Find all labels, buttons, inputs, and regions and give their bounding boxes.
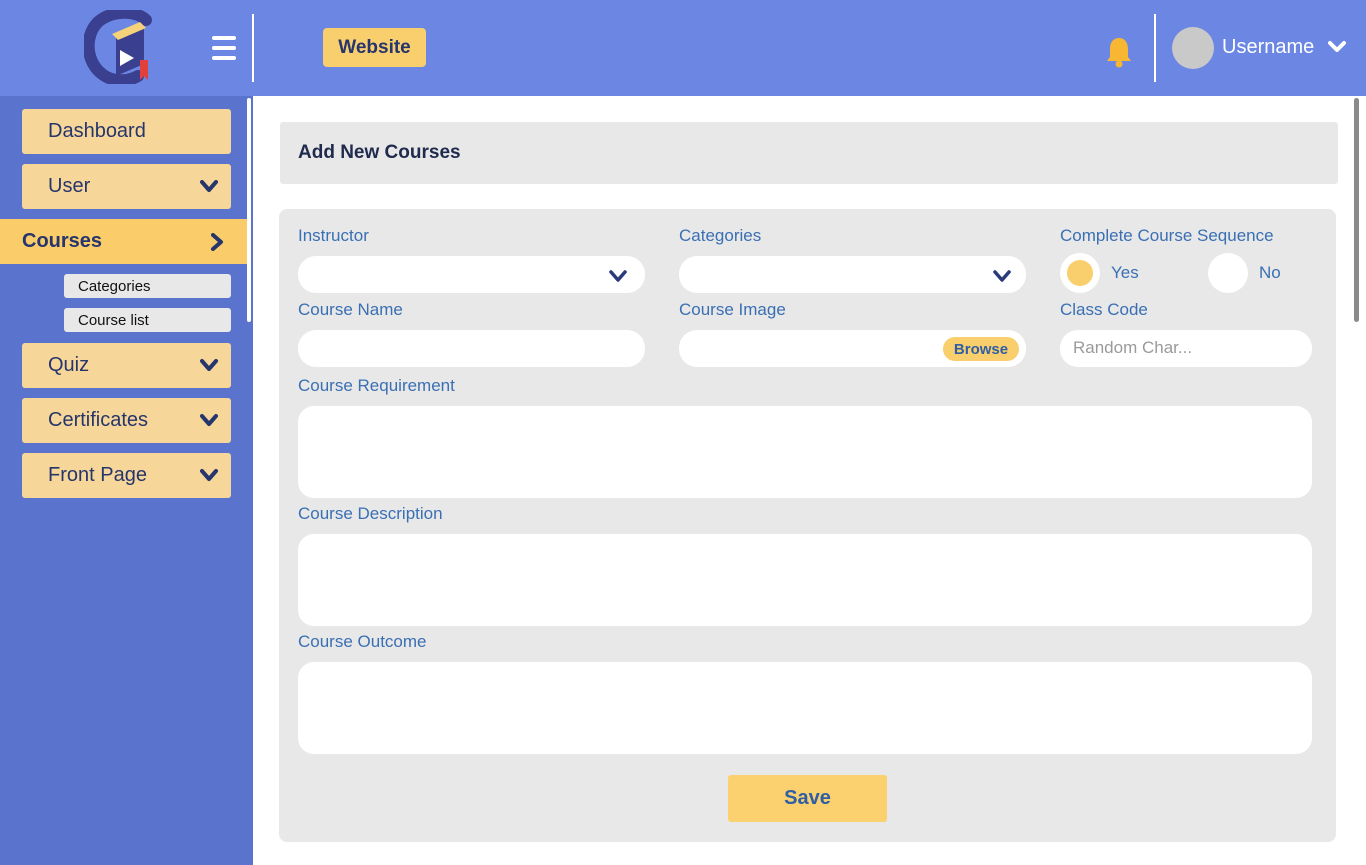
course-outcome-textarea[interactable] <box>298 662 1312 754</box>
main-scrollbar[interactable] <box>1354 98 1359 322</box>
sidebar-subitem-categories[interactable]: Categories <box>64 274 231 298</box>
sidebar-item-user[interactable]: User <box>22 164 231 209</box>
username-label[interactable]: Username <box>1222 36 1314 59</box>
sequence-yes-label: Yes <box>1111 263 1139 282</box>
instructor-label: Instructor <box>298 226 369 245</box>
sidebar-subitem-label: Categories <box>78 277 151 295</box>
header-divider <box>252 14 254 82</box>
course-image-label: Course Image <box>679 300 786 319</box>
course-requirement-label: Course Requirement <box>298 376 455 395</box>
sidebar-item-certificates[interactable]: Certificates <box>22 398 231 443</box>
page-title: Add New Courses <box>280 122 1338 184</box>
sidebar-scrollbar[interactable] <box>247 98 251 322</box>
sidebar-item-label: Dashboard <box>48 120 146 142</box>
bell-icon[interactable] <box>1105 36 1133 68</box>
chevron-down-icon[interactable] <box>609 269 627 283</box>
sequence-no-label: No <box>1259 263 1281 282</box>
sequence-label: Complete Course Sequence <box>1060 226 1274 245</box>
sidebar-item-label: Certificates <box>48 409 149 431</box>
class-code-label: Class Code <box>1060 300 1148 319</box>
chevron-down-icon <box>200 469 218 481</box>
sidebar-subitem-label: Course list <box>78 311 149 329</box>
website-button[interactable]: Website <box>323 28 426 67</box>
header-divider <box>1154 14 1156 82</box>
course-description-textarea[interactable] <box>298 534 1312 626</box>
top-header: Website Username <box>0 0 1366 96</box>
sequence-no-radio[interactable] <box>1208 253 1248 293</box>
chevron-right-icon <box>211 233 223 251</box>
sidebar-item-label: Courses <box>22 230 103 252</box>
class-code-placeholder: Random Char... <box>1073 338 1193 357</box>
chevron-down-icon[interactable] <box>993 269 1011 283</box>
browse-button[interactable]: Browse <box>943 337 1019 361</box>
course-name-label: Course Name <box>298 300 403 319</box>
course-description-label: Course Description <box>298 504 443 523</box>
sidebar-item-dashboard[interactable]: Dashboard <box>22 109 231 154</box>
chevron-down-icon[interactable] <box>1328 40 1346 54</box>
categories-label: Categories <box>679 226 762 245</box>
avatar[interactable] <box>1172 27 1214 69</box>
sidebar-item-label: Front Page <box>48 464 147 486</box>
chevron-down-icon <box>200 359 218 371</box>
chevron-down-icon <box>200 180 218 192</box>
hamburger-icon[interactable] <box>212 36 238 62</box>
course-outcome-label: Course Outcome <box>298 632 427 651</box>
course-requirement-textarea[interactable] <box>298 406 1312 498</box>
course-name-input[interactable] <box>298 330 645 367</box>
chevron-down-icon <box>200 414 218 426</box>
sidebar-item-front-page[interactable]: Front Page <box>22 453 231 498</box>
sidebar-subitem-course-list[interactable]: Course list <box>64 308 231 332</box>
radio-selected-dot <box>1067 260 1093 286</box>
sequence-yes-radio[interactable] <box>1060 253 1100 293</box>
course-book-logo[interactable] <box>84 10 160 84</box>
sidebar-item-label: User <box>48 175 91 197</box>
categories-select[interactable] <box>679 256 1026 293</box>
sidebar-item-label: Quiz <box>48 354 90 376</box>
instructor-select[interactable] <box>298 256 645 293</box>
save-button[interactable]: Save <box>728 775 887 822</box>
sidebar-item-quiz[interactable]: Quiz <box>22 343 231 388</box>
sidebar-item-courses[interactable]: Courses <box>0 219 250 264</box>
